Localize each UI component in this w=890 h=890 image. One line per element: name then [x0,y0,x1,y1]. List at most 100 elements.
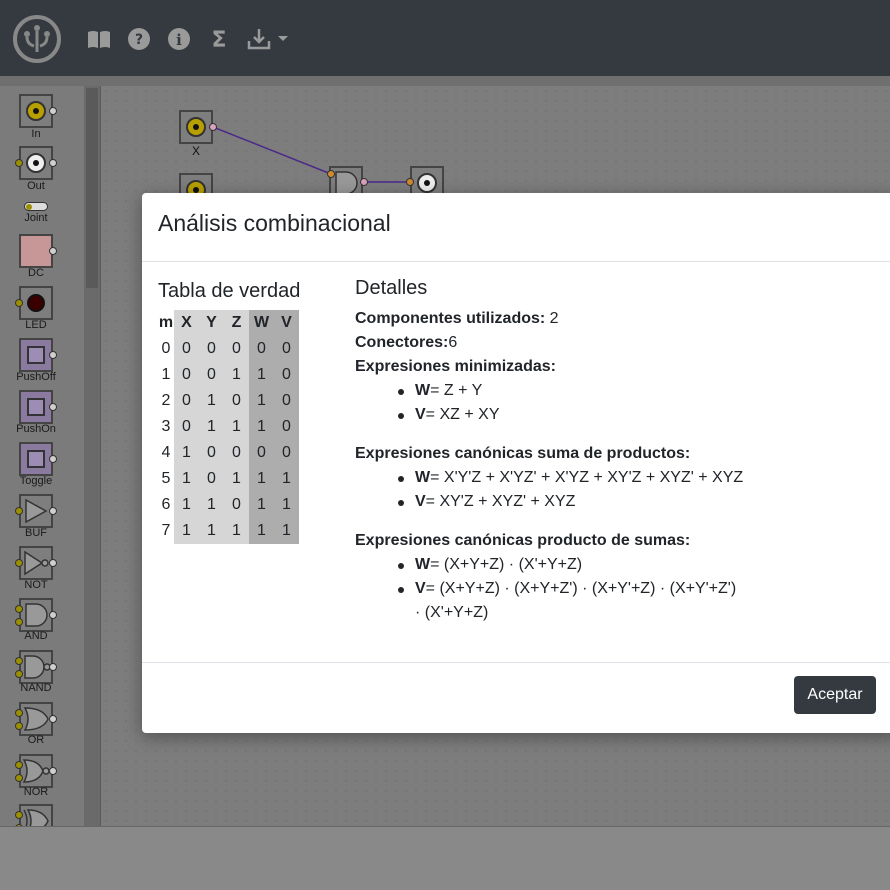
sop-label-text: Expresiones canónicas suma de productos: [355,445,691,462]
table-cell: 1 [224,414,249,440]
modal-title: Análisis combinacional [158,210,391,236]
not-gate-icon [19,546,53,580]
table-cell: 0 [249,440,274,466]
table-cell: 0 [274,336,299,362]
table-cell: 0 [174,336,199,362]
list-item: V= (X+Y+Z) · (X+Y+Z') · (X+Y'+Z) · (X+Y'… [355,577,875,601]
or-gate-icon [19,702,53,736]
table-cell: 0 [274,362,299,388]
truth-table: m X Y Z W V 0 0 0 0 0 0 1 0 0 1 1 0 2 0 … [158,310,299,544]
header-v: V [274,310,299,336]
table-row: 3 0 1 1 1 0 [158,414,299,440]
table-cell: 1 [174,466,199,492]
table-cell: 3 [158,414,174,440]
table-cell: 0 [174,388,199,414]
truth-table-title: Tabla de verdad [158,280,301,302]
palette-label: NAND [20,682,52,694]
palette-label: In [31,128,41,140]
list-item: V= XZ + XY [355,403,875,427]
expression-var: V [415,580,426,597]
palette-label: NOT [24,579,48,591]
table-cell: 1 [249,518,274,544]
table-row: 0 0 0 0 0 0 [158,336,299,362]
table-cell: 0 [274,388,299,414]
table-row: 1 0 0 1 1 0 [158,362,299,388]
table-row: 5 1 0 1 1 1 [158,466,299,492]
table-cell: 0 [199,362,224,388]
accept-button[interactable]: Aceptar [794,676,876,714]
sop-expressions-list: W= X'Y'Z + X'YZ' + X'YZ + XY'Z + XYZ' + … [355,466,875,514]
list-item: V= XY'Z + XYZ' + XYZ [355,490,875,514]
table-row: 6 1 1 0 1 1 [158,492,299,518]
caret-down-icon[interactable] [276,26,290,52]
xor-gate-icon [19,804,53,826]
expression-text: = (X+Y+Z) · (X+Y+Z') · (X+Y'+Z) · (X+Y'+… [425,580,737,597]
nor-gate-icon [19,754,53,788]
expression-var: W [415,382,431,399]
list-item: W= (X+Y+Z) · (X'+Y+Z) [355,553,875,577]
connectors-label: Conectores: [355,334,449,351]
combinational-analysis-modal: Análisis combinacional Tabla de verdad m… [142,193,890,733]
sigma-icon[interactable]: Σ [206,26,232,52]
header-z: Z [224,310,249,336]
pos-expressions-label: Expresiones canónicas producto de sumas: [355,529,875,553]
details-title: Detalles [355,277,428,299]
table-cell: 1 [274,492,299,518]
table-cell: 1 [224,518,249,544]
table-cell: 1 [274,466,299,492]
details-panel: Componentes utilizados: 2 Conectores:6 E… [355,307,875,625]
modal-footer: Aceptar [142,662,890,733]
table-cell: 1 [249,388,274,414]
connectors-value: 6 [448,334,458,351]
help-icon[interactable]: ? [126,26,152,52]
table-cell: 0 [224,492,249,518]
nand-gate-icon [19,650,53,684]
info-icon[interactable]: i [166,26,192,52]
modal-header: Análisis combinacional [142,193,890,262]
palette-label: NOR [23,786,49,798]
led-component-icon [19,286,53,320]
table-row: 2 0 1 0 1 0 [158,388,299,414]
table-cell: 1 [224,466,249,492]
pos-label-text: Expresiones canónicas producto de sumas: [355,532,691,549]
palette-label: LED [25,319,47,331]
palette-label: PushOff [16,371,56,383]
table-cell: 1 [174,518,199,544]
table-cell: 0 [249,336,274,362]
expression-var: V [415,493,426,510]
table-cell: 7 [158,518,174,544]
table-cell: 0 [174,414,199,440]
expression-text: = (X+Y+Z) · (X'+Y+Z) [430,556,583,573]
logo-icon[interactable] [12,14,62,64]
status-footer [0,826,890,890]
list-item: W= X'Y'Z + X'YZ' + X'YZ + XY'Z + XYZ' + … [355,466,875,490]
connectors: Conectores:6 [355,331,875,355]
wire-connection[interactable] [101,86,890,206]
toggle-component-icon [19,442,53,476]
table-cell: 1 [249,362,274,388]
table-cell: 1 [224,362,249,388]
minimized-expressions-list: W= Z + Y V= XZ + XY [355,379,875,427]
list-item: W= Z + Y [355,379,875,403]
palette-scrollbar-thumb[interactable] [86,88,98,288]
table-cell: 5 [158,466,174,492]
out-component-icon [19,146,53,180]
svg-text:Σ: Σ [211,28,226,52]
in-component-icon [19,94,53,128]
expression-text: = XZ + XY [425,406,500,423]
and-gate-icon [19,598,53,632]
palette-label: Joint [24,212,48,224]
table-cell: 0 [174,362,199,388]
table-cell: 0 [199,440,224,466]
svg-text:?: ? [135,32,143,48]
expression-var: W [415,556,431,573]
table-cell: 1 [158,362,174,388]
table-cell: 1 [199,492,224,518]
table-cell: 1 [199,518,224,544]
table-cell: 1 [274,518,299,544]
table-cell: 1 [249,492,274,518]
dc-component-icon [19,234,53,268]
expression-var: V [415,406,426,423]
download-icon[interactable] [246,26,272,52]
book-icon[interactable] [86,26,112,52]
